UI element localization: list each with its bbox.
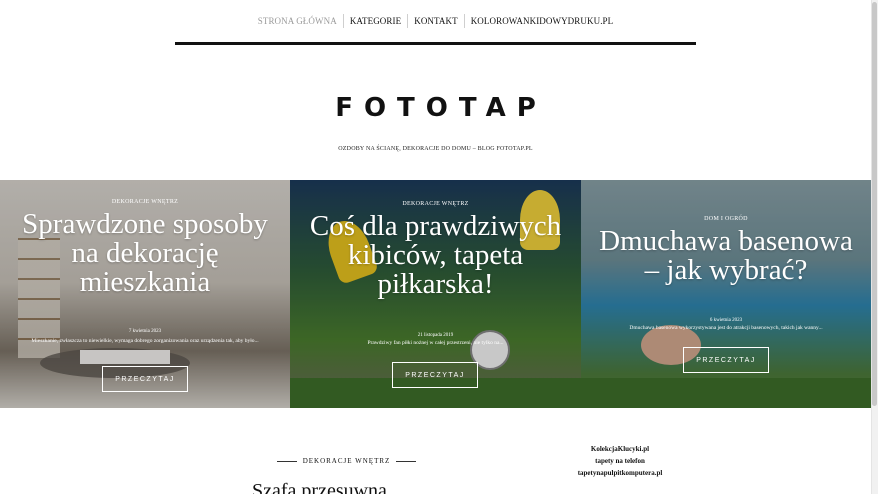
card-date: 7 kwietnia 2023 <box>128 329 162 334</box>
post-title[interactable]: Szafa przesuwna <box>252 480 387 494</box>
sidebar-link[interactable]: KolekcjaKlucyki.pl <box>560 443 680 455</box>
sidebar-links: KolekcjaKlucyki.pl tapety na telefon tap… <box>560 443 680 479</box>
page-scrollbar[interactable] <box>871 0 878 494</box>
card-date: 6 kwietnia 2023 <box>709 318 743 323</box>
site-logo[interactable]: FOTOTAP <box>0 93 871 123</box>
nav-item-coloring-site[interactable]: KOLOROWANKIDOWYDRUKU.PL <box>465 14 620 28</box>
top-nav: STRONA GŁÓWNA KATEGORIE KONTAKT KOLOROWA… <box>0 14 871 28</box>
featured-card-3[interactable]: DOM I OGRÓD Dmuchawa basenowa – jak wybr… <box>581 180 871 408</box>
featured-posts: DEKORACJE WNĘTRZ Sprawdzone sposoby na d… <box>0 180 871 408</box>
read-more-button[interactable]: PRZECZYTAJ <box>102 366 188 392</box>
featured-card-2[interactable]: DEKORACJE WNĘTRZ Coś dla prawdziwych kib… <box>290 180 581 408</box>
sidebar-link[interactable]: tapetynapulpitkomputera.pl <box>560 467 680 479</box>
section-category-heading: DEKORACJE WNĘTRZ <box>277 457 416 465</box>
card-title[interactable]: Coś dla prawdziwych kibiców, tapeta piłk… <box>290 212 581 299</box>
site-tagline: OZDOBY NA ŚCIANĘ, DEKORACJE DO DOMU – BL… <box>338 146 533 152</box>
card-title[interactable]: Dmuchawa basenowa – jak wybrać? <box>581 227 871 285</box>
card-category[interactable]: DEKORACJE WNĘTRZ <box>290 201 581 207</box>
card-category[interactable]: DEKORACJE WNĘTRZ <box>0 199 290 205</box>
card-title[interactable]: Sprawdzone sposoby na dekorację mieszkan… <box>0 210 290 297</box>
read-more-button[interactable]: PRZECZYTAJ <box>683 347 769 373</box>
read-more-button[interactable]: PRZECZYTAJ <box>392 362 478 388</box>
card-excerpt: Mieszkanie, zwłaszcza to niewielkie, wym… <box>31 338 259 344</box>
card-excerpt: Dmuchawa basenowa wykorzystywana jest do… <box>629 325 823 331</box>
featured-card-1[interactable]: DEKORACJE WNĘTRZ Sprawdzone sposoby na d… <box>0 180 290 408</box>
divider-line <box>277 460 297 462</box>
card-excerpt: Prawdziwy fan piłki nożnej w całej przes… <box>367 340 504 346</box>
scrollbar-thumb[interactable] <box>872 2 877 406</box>
nav-divider <box>175 42 696 45</box>
nav-item-categories[interactable]: KATEGORIE <box>344 14 409 28</box>
divider-line <box>396 460 416 462</box>
section-category-label[interactable]: DEKORACJE WNĘTRZ <box>303 457 391 465</box>
sidebar-link[interactable]: tapety na telefon <box>560 455 680 467</box>
card-category[interactable]: DOM I OGRÓD <box>581 216 871 222</box>
card-date: 21 listopada 2019 <box>417 333 454 338</box>
nav-item-contact[interactable]: KONTAKT <box>408 14 465 28</box>
nav-item-home[interactable]: STRONA GŁÓWNA <box>252 14 344 28</box>
